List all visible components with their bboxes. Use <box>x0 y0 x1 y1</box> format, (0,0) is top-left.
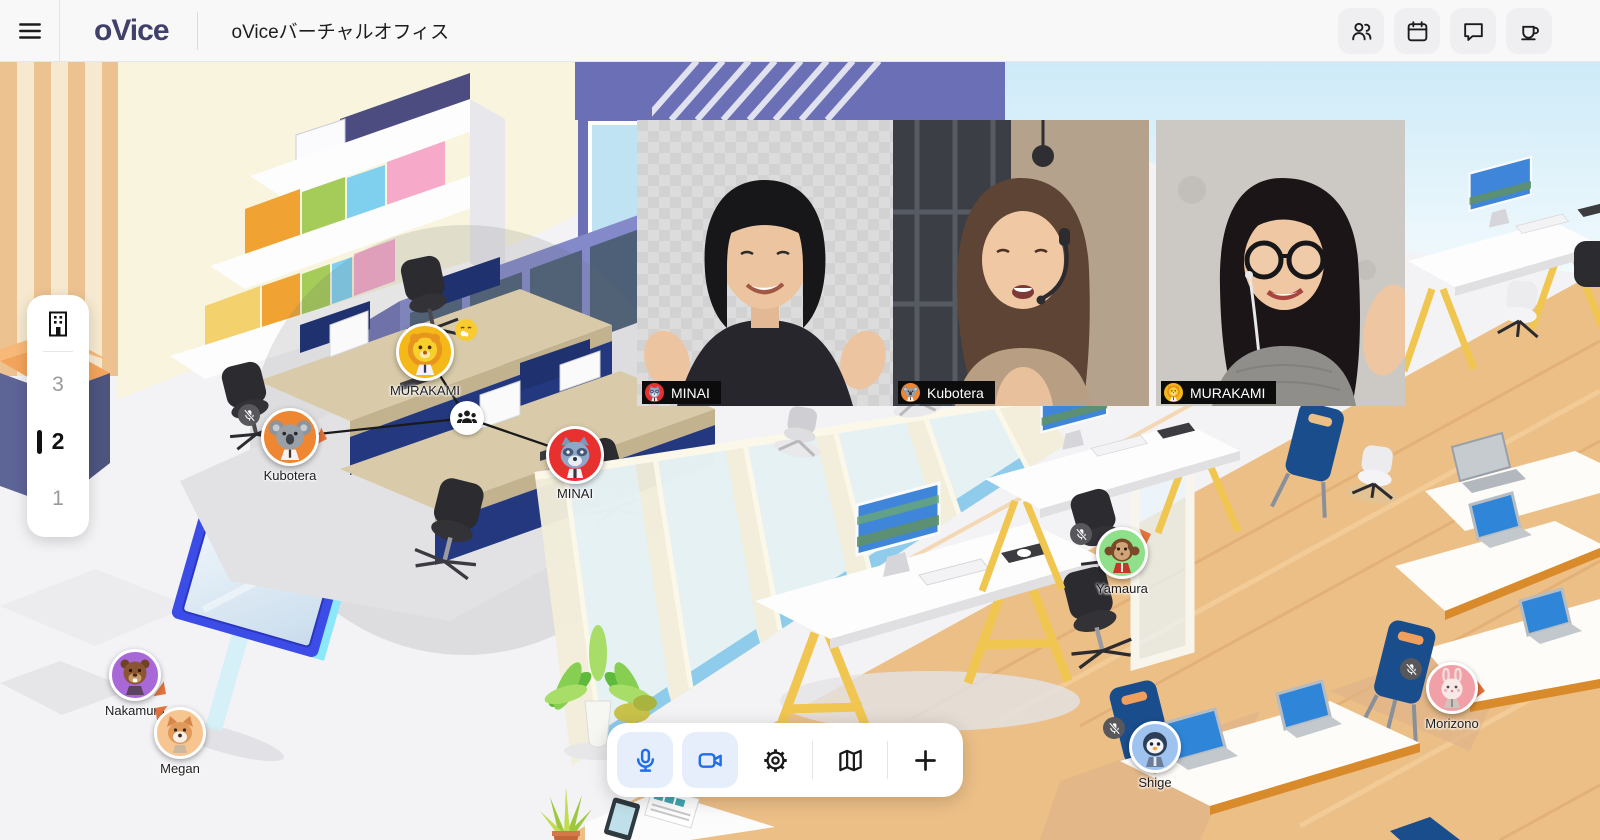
koala-avatar <box>261 408 319 466</box>
participant-name: MINAI <box>556 486 594 501</box>
penguin-avatar <box>1129 721 1181 773</box>
camera-icon <box>698 752 722 768</box>
participant-minai[interactable]: MINAI <box>515 426 635 501</box>
participant-murakami[interactable]: MURAKAMI <box>365 319 485 398</box>
calendar-icon <box>1407 20 1427 41</box>
participant-name: Yamaura <box>1096 581 1148 596</box>
toolbar-divider <box>887 741 888 779</box>
floor-divider <box>43 351 73 352</box>
chat-icon <box>1463 22 1483 41</box>
floor-2[interactable]: 2 <box>27 413 89 470</box>
participant-name: Kubotera <box>263 468 317 483</box>
participant-megan[interactable]: Megan <box>120 695 240 776</box>
muted-mic-badge <box>238 404 260 426</box>
header-divider <box>196 11 198 50</box>
participant-name: Morizono <box>1425 716 1479 731</box>
muted-mic-badge <box>1070 523 1092 545</box>
settings-button[interactable] <box>747 732 803 788</box>
participant-kubotera[interactable]: Kubotera <box>230 404 350 483</box>
video-murakami-frame <box>1156 120 1405 406</box>
schedule-button[interactable] <box>1394 8 1440 54</box>
gear-icon <box>763 748 787 772</box>
space-title: oViceバーチャルオフィス <box>231 22 450 43</box>
chat-button[interactable] <box>1450 8 1496 54</box>
participant-shige[interactable]: Shige <box>1095 717 1215 790</box>
active-floor-indicator <box>37 429 42 454</box>
video-participant-name: Kubotera <box>927 384 984 401</box>
microphone-icon <box>636 748 654 772</box>
participant-name: MURAKAMI <box>389 383 461 398</box>
video-name-badge: MURAKAMI <box>1161 381 1277 404</box>
members-button[interactable] <box>1338 8 1384 54</box>
direction-pointer <box>1474 680 1496 702</box>
monkey-avatar <box>1096 527 1148 579</box>
raccoon-avatar-icon <box>645 383 664 402</box>
video-feed-murakami[interactable]: MURAKAMI <box>1156 120 1405 406</box>
video-participant-name: MURAKAMI <box>1190 384 1266 401</box>
video-participant-name: MINAI <box>671 384 710 401</box>
microphone-button[interactable] <box>617 732 673 788</box>
video-name-badge: Kubotera <box>898 381 995 404</box>
people-icon <box>1351 22 1371 40</box>
lion-avatar-icon <box>1164 383 1183 402</box>
direction-pointer <box>315 427 339 451</box>
muted-mic-badge <box>1400 658 1422 680</box>
top-bar: oVice oViceバーチャルオフィス <box>0 0 1600 62</box>
ovice-app: oVice oViceバーチャルオフィス 3 2 1 MINAI Kuboter… <box>0 0 1600 840</box>
hamburger-icon <box>18 22 41 39</box>
floor-selector: 3 2 1 <box>27 295 89 537</box>
rabbit-avatar <box>1426 662 1478 714</box>
coffee-cup-icon <box>1520 25 1539 40</box>
video-feed-kubotera[interactable]: Kubotera <box>893 120 1149 406</box>
sneeze-reaction-badge <box>455 319 477 341</box>
video-feed-minai[interactable]: MINAI <box>637 120 893 406</box>
floor-3[interactable]: 3 <box>27 356 89 413</box>
header-actions <box>1338 8 1552 54</box>
raccoon-avatar <box>546 426 604 484</box>
meeting-hub[interactable] <box>450 401 484 435</box>
video-feeds: MINAI Kubotera MURAKAMI <box>637 120 1405 406</box>
participant-yamaura[interactable]: Yamaura <box>1062 522 1182 596</box>
floor-1[interactable]: 1 <box>27 470 89 527</box>
camera-button[interactable] <box>682 732 738 788</box>
control-toolbar <box>607 723 963 797</box>
group-meeting-icon <box>456 410 478 424</box>
toolbar-divider <box>812 741 813 779</box>
ovice-logo[interactable]: oVice <box>94 14 169 48</box>
muted-mic-badge <box>1103 717 1125 739</box>
map-icon <box>838 749 862 771</box>
map-button[interactable] <box>822 732 878 788</box>
add-button[interactable] <box>897 732 953 788</box>
beaver-avatar <box>109 649 161 701</box>
koala-avatar-icon <box>901 383 920 402</box>
video-minai-frame <box>637 120 893 406</box>
hamburger-menu-button[interactable] <box>0 0 60 61</box>
plus-icon <box>914 749 936 771</box>
participant-name: Megan <box>160 761 200 776</box>
video-kubotera-frame <box>893 120 1149 406</box>
lion-avatar <box>396 323 454 381</box>
corgi-avatar <box>154 707 206 759</box>
video-name-badge: MINAI <box>642 381 721 404</box>
break-room-button[interactable] <box>1506 8 1552 54</box>
participant-morizono[interactable]: Morizono <box>1392 658 1512 731</box>
building-icon <box>49 311 67 337</box>
